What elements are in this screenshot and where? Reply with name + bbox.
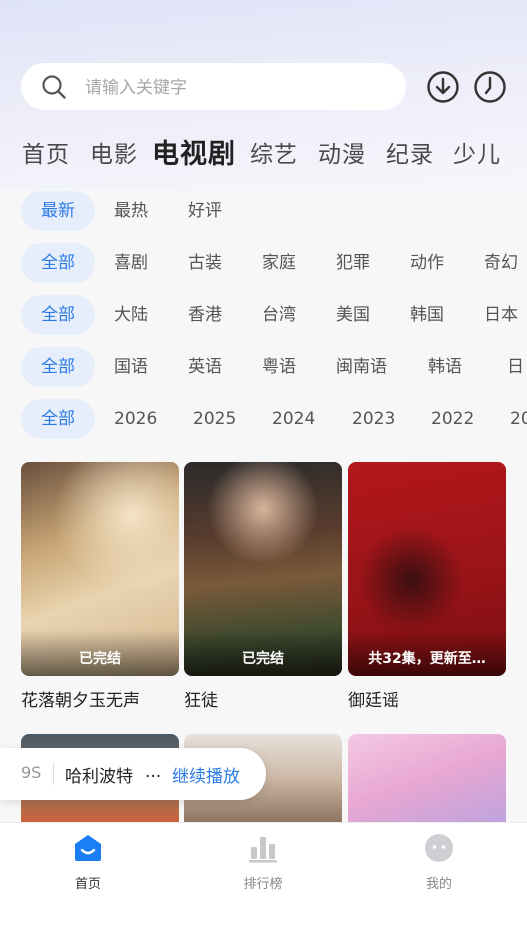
bottom-nav-label: 首页 bbox=[74, 877, 101, 892]
filter-row-year: 全部 2026 2025 2024 2023 2022 2021 bbox=[0, 399, 527, 441]
filter-row-genre: 全部 喜剧 古装 家庭 犯罪 动作 奇幻 bbox=[0, 243, 527, 285]
filter-chip[interactable]: 美国 bbox=[336, 295, 370, 335]
card-title: 狂徒 bbox=[184, 691, 218, 711]
filter-chip[interactable]: 全部 bbox=[21, 347, 95, 387]
filter-chip[interactable]: 2025 bbox=[193, 399, 236, 439]
home-icon bbox=[75, 835, 101, 861]
card-title: 花落朝夕玉无声 bbox=[21, 691, 140, 711]
drama-card[interactable]: 共32集，更新至… 御廷谣 bbox=[348, 462, 506, 712]
filter-chip[interactable]: 古装 bbox=[188, 243, 222, 283]
filter-chip[interactable]: 香港 bbox=[188, 295, 222, 335]
filter-chip[interactable]: 台湾 bbox=[262, 295, 296, 335]
poster-image: 已完结 bbox=[184, 462, 342, 676]
filter-chip[interactable]: 日本 bbox=[484, 295, 518, 335]
filter-chip[interactable]: 奇幻 bbox=[484, 243, 518, 283]
filter-chip[interactable]: 全部 bbox=[21, 243, 95, 283]
bottom-navigation: 首页 排行榜 我的 bbox=[0, 822, 527, 937]
filter-chip[interactable]: 犯罪 bbox=[336, 243, 370, 283]
search-bar[interactable] bbox=[21, 63, 406, 110]
filter-chip[interactable]: 大陆 bbox=[114, 295, 148, 335]
poster-image: 共32集，更新至… bbox=[348, 462, 506, 676]
bottom-nav-home[interactable]: 首页 bbox=[43, 833, 133, 892]
drama-card[interactable]: 已完结 狂徒 bbox=[184, 462, 342, 712]
filter-chip[interactable]: 全部 bbox=[21, 295, 95, 335]
filter-chip[interactable]: 2022 bbox=[431, 399, 474, 439]
filter-chip[interactable]: 最新 bbox=[21, 191, 95, 231]
filter-chip[interactable]: 2026 bbox=[114, 399, 157, 439]
status-badge: 共32集，更新至… bbox=[368, 651, 486, 667]
filter-chip[interactable]: 闽南语 bbox=[336, 347, 387, 387]
bottom-nav-ranking[interactable]: 排行榜 bbox=[218, 833, 308, 892]
continue-watching-bar[interactable]: 9S 哈利波特 ... 继续播放 bbox=[0, 748, 266, 800]
filter-chip[interactable]: 喜剧 bbox=[114, 243, 148, 283]
filter-chip[interactable]: 日语 bbox=[504, 347, 527, 387]
progress-time: 9S bbox=[21, 763, 42, 782]
bottom-nav-profile[interactable]: 我的 bbox=[394, 833, 484, 892]
filter-row-region: 全部 大陆 香港 台湾 美国 韩国 日本 bbox=[0, 295, 527, 337]
status-badge: 已完结 bbox=[79, 651, 121, 667]
filter-chip[interactable]: 国语 bbox=[114, 347, 148, 387]
filter-chip[interactable]: 粤语 bbox=[262, 347, 296, 387]
status-badge: 已完结 bbox=[242, 651, 284, 667]
filter-chip[interactable]: 英语 bbox=[188, 347, 222, 387]
filter-chip[interactable]: 动作 bbox=[410, 243, 444, 283]
category-tabs: 首页 电影 电视剧 综艺 动漫 纪录 少儿 bbox=[0, 130, 527, 174]
filter-chip[interactable]: 好评 bbox=[188, 191, 222, 231]
filter-row-language: 全部 国语 英语 粤语 闽南语 韩语 日语 bbox=[0, 347, 527, 389]
tab-movie[interactable]: 电影 bbox=[90, 135, 138, 169]
continue-title-ellipsis: ... bbox=[145, 762, 162, 782]
profile-icon bbox=[425, 834, 453, 862]
download-icon[interactable] bbox=[426, 70, 460, 104]
filter-chip[interactable]: 最热 bbox=[114, 191, 148, 231]
divider bbox=[53, 763, 54, 785]
tab-documentary[interactable]: 纪录 bbox=[386, 135, 434, 169]
drama-card[interactable]: 已完结 花落朝夕玉无声 bbox=[21, 462, 179, 712]
filter-chip[interactable]: 全部 bbox=[21, 399, 95, 439]
history-icon[interactable] bbox=[473, 70, 507, 104]
search-icon bbox=[42, 75, 66, 99]
tab-anime[interactable]: 动漫 bbox=[318, 135, 366, 169]
filter-chip[interactable]: 2024 bbox=[272, 399, 315, 439]
tab-home[interactable]: 首页 bbox=[22, 135, 70, 169]
tab-variety[interactable]: 综艺 bbox=[250, 135, 298, 169]
bottom-nav-label: 排行榜 bbox=[243, 877, 283, 892]
poster-image bbox=[348, 734, 506, 822]
resume-button[interactable]: 继续播放 bbox=[172, 762, 240, 787]
ranking-icon bbox=[249, 837, 277, 863]
search-input[interactable] bbox=[83, 71, 387, 104]
filter-row-sort: 最新 最热 好评 bbox=[0, 191, 527, 233]
card-title: 御廷谣 bbox=[348, 691, 399, 711]
filter-chip[interactable]: 韩语 bbox=[428, 347, 462, 387]
tab-kids[interactable]: 少儿 bbox=[453, 135, 501, 169]
poster-image: 已完结 bbox=[21, 462, 179, 676]
filter-chip[interactable]: 2021 bbox=[510, 399, 527, 439]
filter-chip[interactable]: 2023 bbox=[352, 399, 395, 439]
filter-chip[interactable]: 家庭 bbox=[262, 243, 296, 283]
bottom-nav-label: 我的 bbox=[425, 877, 452, 892]
filter-chip[interactable]: 韩国 bbox=[410, 295, 444, 335]
tab-tv-series[interactable]: 电视剧 bbox=[152, 132, 236, 171]
drama-card[interactable] bbox=[348, 734, 506, 822]
